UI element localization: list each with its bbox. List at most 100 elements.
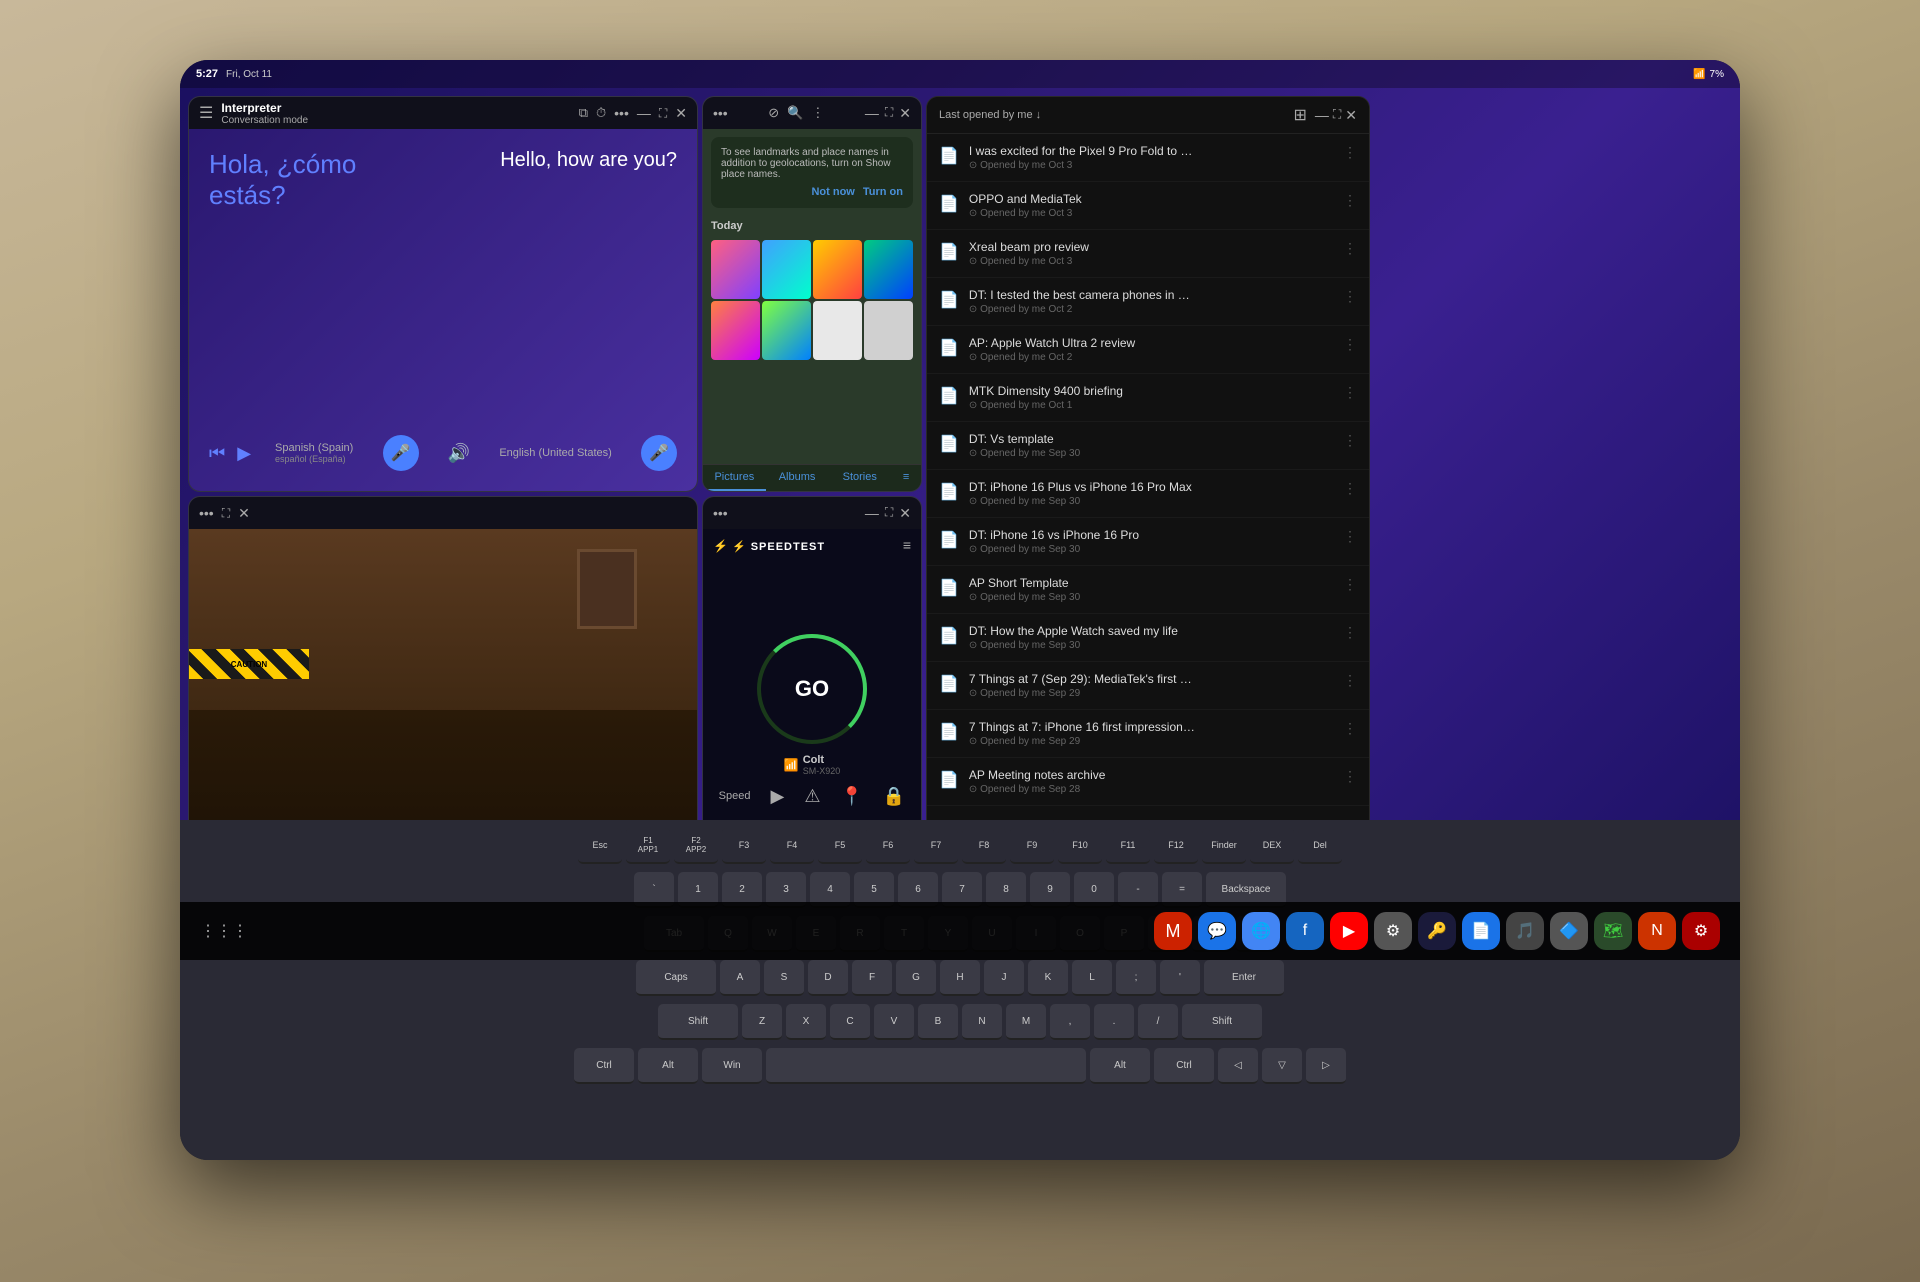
key-z[interactable]: Z <box>742 1004 782 1040</box>
key-shift-left[interactable]: Shift <box>658 1004 738 1040</box>
maps-close[interactable]: ✕ <box>899 105 911 122</box>
maps-thumb-1[interactable] <box>711 240 760 299</box>
doc-menu-2[interactable]: ⋮ <box>1343 240 1357 257</box>
maps-not-now-btn[interactable]: Not now <box>811 186 854 198</box>
key-slash[interactable]: / <box>1138 1004 1178 1040</box>
minimize-btn[interactable]: — <box>637 105 651 121</box>
key-arrow-right[interactable]: ▷ <box>1306 1048 1346 1084</box>
taskbar-app-youtube[interactable]: ▶ <box>1330 912 1368 950</box>
taskbar-app-facebook[interactable]: f <box>1286 912 1324 950</box>
key-f9[interactable]: F9 <box>1010 828 1054 864</box>
key-win[interactable]: Win <box>702 1048 762 1084</box>
maps-thumb-5[interactable] <box>711 301 760 360</box>
key-g[interactable]: G <box>896 960 936 996</box>
close-btn[interactable]: ✕ <box>675 105 687 122</box>
key-f3[interactable]: F3 <box>722 828 766 864</box>
key-semicolon[interactable]: ; <box>1116 960 1156 996</box>
maps-more-icon[interactable]: ⋮ <box>811 105 824 121</box>
play-icon[interactable]: ▶ <box>237 443 251 464</box>
key-f12[interactable]: F12 <box>1154 828 1198 864</box>
warning-icon[interactable]: ⚠ <box>804 786 820 807</box>
more-dots[interactable]: ••• <box>614 105 629 121</box>
key-d[interactable]: D <box>808 960 848 996</box>
rewind-icon[interactable]: ⏮ <box>209 443 225 464</box>
key-x[interactable]: X <box>786 1004 826 1040</box>
doc-menu-12[interactable]: ⋮ <box>1343 720 1357 737</box>
doc-item-4[interactable]: 📄 AP: Apple Watch Ultra 2 review ⊙ Opene… <box>927 326 1369 374</box>
docs-close[interactable]: ✕ <box>1345 107 1357 124</box>
maps-thumb-4[interactable] <box>864 240 913 299</box>
maps-thumb-7[interactable] <box>813 301 862 360</box>
taskbar-app-misc[interactable]: 🔷 <box>1550 912 1588 950</box>
expand-btn[interactable]: ⛶ <box>659 106 667 121</box>
docs-sort-label[interactable]: Last opened by me ↓ <box>939 109 1041 121</box>
key-esc[interactable]: Esc <box>578 828 622 864</box>
doc-menu-7[interactable]: ⋮ <box>1343 480 1357 497</box>
taskbar-app-1password[interactable]: 🔑 <box>1418 912 1456 950</box>
maps-tab-albums[interactable]: Albums <box>766 465 829 491</box>
key-alt-right[interactable]: Alt <box>1090 1048 1150 1084</box>
key-period[interactable]: . <box>1094 1004 1134 1040</box>
key-k[interactable]: K <box>1028 960 1068 996</box>
maps-thumb-3[interactable] <box>813 240 862 299</box>
video-dots[interactable]: ••• <box>199 505 214 521</box>
taskbar-app-gmail[interactable]: M <box>1154 912 1192 950</box>
maps-dots[interactable]: ••• <box>713 105 728 121</box>
copy-icon[interactable]: ⧉ <box>579 105 588 121</box>
key-arrow-down[interactable]: ▽ <box>1262 1048 1302 1084</box>
key-h[interactable]: H <box>940 960 980 996</box>
docs-grid-view-icon[interactable]: ⊞ <box>1293 105 1306 125</box>
key-l[interactable]: L <box>1072 960 1112 996</box>
video-expand[interactable]: ⛶ <box>222 506 230 521</box>
maps-turn-on-btn[interactable]: Turn on <box>863 186 903 198</box>
doc-menu-6[interactable]: ⋮ <box>1343 432 1357 449</box>
taskbar-app-settings[interactable]: ⚙ <box>1374 912 1412 950</box>
doc-item-9[interactable]: 📄 AP Short Template ⊙ Opened by me Sep 3… <box>927 566 1369 614</box>
key-quote[interactable]: ' <box>1160 960 1200 996</box>
key-f2[interactable]: F2APP2 <box>674 828 718 864</box>
maps-tab-pictures[interactable]: Pictures <box>703 465 766 491</box>
speedtest-title-dots[interactable]: ••• <box>713 505 728 521</box>
key-b[interactable]: B <box>918 1004 958 1040</box>
key-f8[interactable]: F8 <box>962 828 1006 864</box>
taskbar-app-yt-music[interactable]: 🎵 <box>1506 912 1544 950</box>
key-arrow-left[interactable]: ◁ <box>1218 1048 1258 1084</box>
location-icon[interactable]: 📍 <box>840 786 862 807</box>
doc-item-6[interactable]: 📄 DT: Vs template ⊙ Opened by me Sep 30 … <box>927 422 1369 470</box>
key-dex[interactable]: DEX <box>1250 828 1294 864</box>
doc-menu-3[interactable]: ⋮ <box>1343 288 1357 305</box>
lock-icon[interactable]: 🔒 <box>883 786 905 807</box>
video-close[interactable]: ✕ <box>238 505 250 522</box>
right-lang-selector[interactable]: English (United States) <box>499 447 612 459</box>
doc-item-0[interactable]: 📄 I was excited for the Pixel 9 Pro Fold… <box>927 134 1369 182</box>
key-f[interactable]: F <box>852 960 892 996</box>
taskbar-app-docs[interactable]: 📄 <box>1462 912 1500 950</box>
doc-item-7[interactable]: 📄 DT: iPhone 16 Plus vs iPhone 16 Pro Ma… <box>927 470 1369 518</box>
taskbar-app-maps[interactable]: 🗺 <box>1594 912 1632 950</box>
taskbar-app-netflix[interactable]: N <box>1638 912 1676 950</box>
key-enter[interactable]: Enter <box>1204 960 1284 996</box>
key-ctrl-left[interactable]: Ctrl <box>574 1048 634 1084</box>
key-comma[interactable]: , <box>1050 1004 1090 1040</box>
key-del[interactable]: Del <box>1298 828 1342 864</box>
hamburger-icon[interactable]: ☰ <box>199 103 213 123</box>
key-j[interactable]: J <box>984 960 1024 996</box>
speedtest-close[interactable]: ✕ <box>899 505 911 522</box>
key-f1[interactable]: F1APP1 <box>626 828 670 864</box>
key-a[interactable]: A <box>720 960 760 996</box>
speedtest-menu[interactable]: ≡ <box>903 537 911 553</box>
doc-item-12[interactable]: 📄 7 Things at 7: iPhone 16 first impress… <box>927 710 1369 758</box>
key-ctrl-right[interactable]: Ctrl <box>1154 1048 1214 1084</box>
doc-menu-11[interactable]: ⋮ <box>1343 672 1357 689</box>
key-f11[interactable]: F11 <box>1106 828 1150 864</box>
left-lang-selector[interactable]: ⏮ ▶ Spanish (Spain) español (España) <box>209 442 353 464</box>
doc-menu-8[interactable]: ⋮ <box>1343 528 1357 545</box>
doc-menu-4[interactable]: ⋮ <box>1343 336 1357 353</box>
doc-item-1[interactable]: 📄 OPPO and MediaTek ⊙ Opened by me Oct 3… <box>927 182 1369 230</box>
key-f5[interactable]: F5 <box>818 828 862 864</box>
doc-menu-0[interactable]: ⋮ <box>1343 144 1357 161</box>
taskbar-app-messages[interactable]: 💬 <box>1198 912 1236 950</box>
key-m[interactable]: M <box>1006 1004 1046 1040</box>
taskbar-app-chrome[interactable]: 🌐 <box>1242 912 1280 950</box>
key-v[interactable]: V <box>874 1004 914 1040</box>
